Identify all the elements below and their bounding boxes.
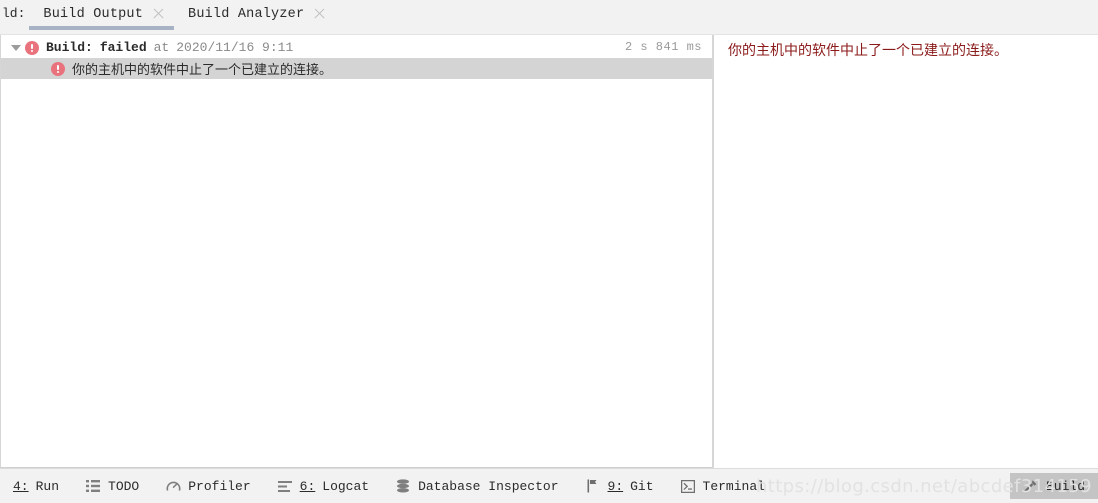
window-clipped-label: ld: (2, 6, 26, 21)
build-root-title: Build: (46, 40, 93, 55)
branch-icon (585, 478, 601, 494)
tool-button-terminal-label: Terminal (702, 478, 765, 494)
build-output-tree[interactable]: Build: failed at 2020/11/16 9:11 2 s 841… (0, 35, 712, 468)
close-icon[interactable] (153, 8, 165, 20)
tool-button-profiler-label: Profiler (188, 478, 251, 494)
tool-button-run[interactable]: 4: Run (0, 473, 72, 499)
error-icon (25, 40, 39, 55)
tree-row-build-root[interactable]: Build: failed at 2020/11/16 9:11 2 s 841… (1, 37, 712, 58)
tool-button-build-label: Build (1045, 478, 1085, 494)
list-icon (85, 478, 101, 494)
tool-button-database-inspector-label: Database Inspector (418, 478, 559, 494)
tool-button-logcat[interactable]: 6: Logcat (264, 473, 382, 499)
build-duration: 2 s 841 ms (624, 40, 702, 54)
hammer-icon (1023, 478, 1039, 494)
build-root-at-label: at (153, 40, 170, 55)
tool-button-run-label: Run (35, 478, 60, 494)
tool-button-git-label: Git (630, 478, 654, 494)
build-root-timestamp: 2020/11/16 9:11 (176, 40, 294, 55)
build-root-status: failed (99, 40, 147, 55)
build-detail-pane[interactable]: 你的主机中的软件中止了一个已建立的连接。 (714, 35, 1098, 468)
chevron-down-icon[interactable] (7, 37, 25, 58)
terminal-icon (680, 478, 696, 494)
tab-build-output-label: Build Output (43, 6, 144, 22)
close-icon[interactable] (314, 8, 326, 20)
ide-build-window: ld: Build Output Build Analyzer Build: f… (0, 0, 1098, 503)
tool-button-database-inspector[interactable]: Database Inspector (382, 473, 571, 499)
tool-button-todo[interactable]: TODO (72, 473, 152, 499)
tool-button-todo-label: TODO (108, 478, 140, 494)
tool-button-git-number: 9: (607, 478, 624, 494)
tab-build-analyzer-label: Build Analyzer (188, 6, 305, 22)
database-icon (395, 478, 411, 494)
build-error-message: 你的主机中的软件中止了一个已建立的连接。 (72, 63, 333, 78)
build-content: Build: failed at 2020/11/16 9:11 2 s 841… (0, 35, 1098, 468)
tool-button-run-number: 4: (13, 478, 29, 494)
tab-active-underline (29, 26, 175, 30)
tool-button-git[interactable]: 9: Git (572, 473, 667, 499)
lines-icon (277, 478, 293, 494)
error-icon (51, 61, 65, 76)
tool-button-logcat-number: 6: (299, 478, 316, 494)
gauge-icon (165, 478, 181, 494)
tool-window-bar: 4: Run TODO Profiler 6: Logcat Database … (0, 468, 1098, 503)
build-detail-message: 你的主机中的软件中止了一个已建立的连接。 (728, 43, 1008, 59)
tree-row-build-error[interactable]: 你的主机中的软件中止了一个已建立的连接。 (1, 58, 712, 79)
tool-button-logcat-label: Logcat (322, 478, 370, 494)
tab-build-analyzer[interactable]: Build Analyzer (174, 0, 335, 28)
tab-build-output[interactable]: Build Output (29, 0, 175, 30)
tool-button-terminal[interactable]: Terminal (667, 473, 778, 499)
tool-button-profiler[interactable]: Profiler (152, 473, 263, 499)
tool-button-build[interactable]: Build (1009, 473, 1098, 499)
build-tabbar: ld: Build Output Build Analyzer (0, 0, 1098, 35)
